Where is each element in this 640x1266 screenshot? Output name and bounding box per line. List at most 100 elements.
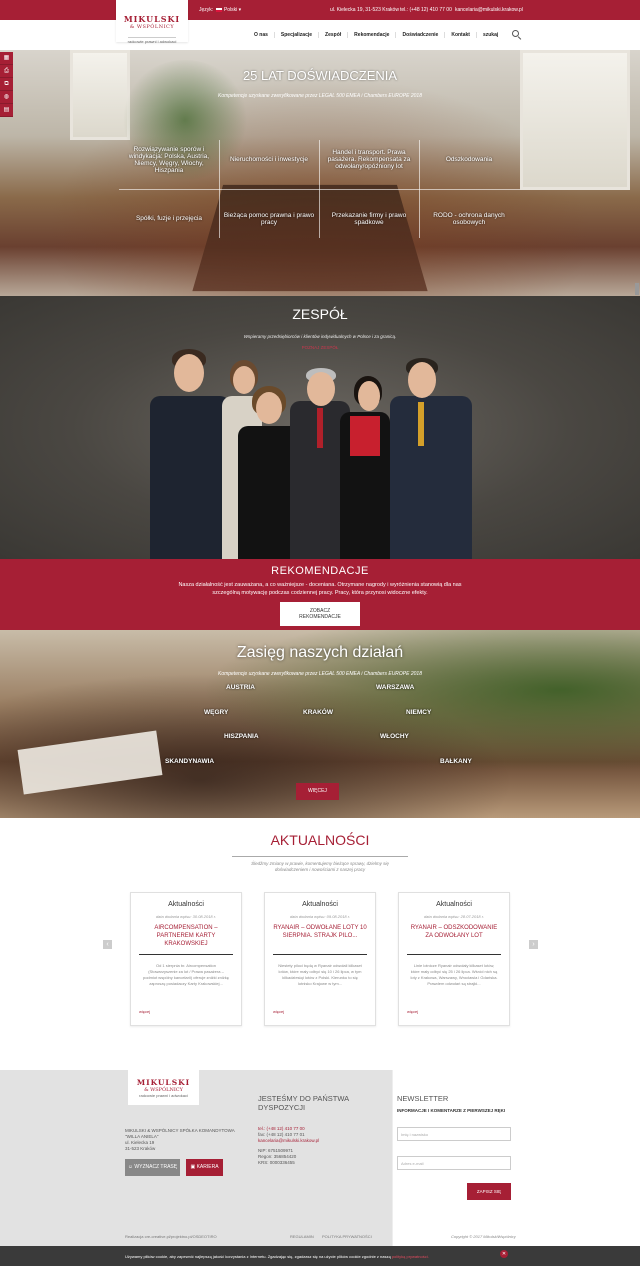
- logo-tagline: radcowie prawni i adwokaci: [127, 37, 177, 44]
- place-label[interactable]: WŁOCHY: [380, 733, 409, 740]
- subscribe-button[interactable]: ZAPISZ SIĘ: [467, 1183, 511, 1200]
- site-logo[interactable]: MIKULSKI & WSPÓLNICY radcowie prawni i a…: [116, 0, 188, 44]
- specialization-tile[interactable]: Nieruchomości i inwestycje: [219, 130, 319, 189]
- top-bar: Język: Polski ▾ ul. Kielecka 19, 31-523 …: [0, 0, 640, 20]
- news-date: data dodania wpisu: 30.08.2018 r.: [155, 914, 217, 919]
- nav-item-szukaj[interactable]: szukaj: [477, 32, 504, 38]
- route-button[interactable]: ☺ WYZNACZ TRASĘ: [125, 1159, 180, 1176]
- news-excerpt: Linie lotnicze Ryanair odwołały kilkaset…: [410, 963, 498, 986]
- footer-contact: tel.: (+48 12) 410 77 00 fax: (+48 12) 4…: [258, 1126, 319, 1166]
- close-icon[interactable]: ✕: [500, 1250, 508, 1258]
- specialization-tile[interactable]: Handel i transport. Prawa pasażera. Reko…: [319, 130, 419, 189]
- cookie-bar: Używamy plików cookie, aby zapewnić najl…: [0, 1246, 640, 1266]
- nav-item-o-nas[interactable]: O nas: [248, 32, 275, 38]
- terms-link[interactable]: REGULAMIN: [290, 1234, 314, 1239]
- credits-link[interactable]: Realizacja cre-creative.pl/projektno.pl/…: [125, 1234, 217, 1239]
- more-button[interactable]: WIĘCEJ: [296, 783, 339, 800]
- recommendations-section: REKOMENDACJE Nasza działalność jest zauw…: [0, 559, 640, 630]
- side-toolbar: ▦ ⎙ ⧉ ◍ ▤: [0, 52, 13, 117]
- news-more-link[interactable]: więcej: [273, 1009, 284, 1014]
- news-more-link[interactable]: więcej: [139, 1009, 150, 1014]
- globe-icon[interactable]: ◍: [0, 91, 13, 104]
- language-value: Polski: [223, 7, 238, 13]
- carousel-prev-icon[interactable]: ‹: [103, 940, 112, 949]
- language-icon[interactable]: ▤: [0, 104, 13, 117]
- footer-heading: JESTEŚMY DO PAŃSTWA DYSPOZYCJI: [258, 1094, 349, 1112]
- footer-email[interactable]: kancelaria@mikulski.krakow.pl: [258, 1138, 319, 1144]
- divider: [139, 954, 233, 955]
- team-section: ZESPÓŁ Wspieramy przedsiębiorców i klien…: [0, 296, 640, 559]
- logo-partners: & WSPÓLNICY: [129, 24, 175, 30]
- place-label[interactable]: NIEMCY: [406, 709, 431, 716]
- specialization-tile[interactable]: Rozwiązywanie sporów i windykacja: Polsk…: [119, 130, 219, 189]
- nav-item-kontakt[interactable]: Kontakt: [445, 32, 477, 38]
- footer-logo[interactable]: MIKULSKI & WSPÓLNICY radcowie prawni i a…: [128, 1070, 199, 1105]
- email-input[interactable]: Adres e-mail: [397, 1156, 511, 1170]
- hero-section: 25 LAT DOŚWIADCZENIA Kompetencje uzyskan…: [0, 50, 640, 296]
- reach-subtitle: Kompetencje uzyskane zweryfikowane przez…: [218, 671, 422, 677]
- book-image: [17, 730, 163, 795]
- calendar-icon[interactable]: ▦: [0, 52, 13, 65]
- nav-item-specjalizacje[interactable]: Specjalizacje: [275, 32, 320, 38]
- cookie-text-wrap: Używamy plików cookie, aby zapewnić najl…: [125, 1254, 429, 1259]
- share-icon[interactable]: ⧉: [0, 78, 13, 91]
- team-title: ZESPÓŁ: [292, 306, 348, 322]
- career-button[interactable]: ▣ KARIERA: [186, 1159, 223, 1176]
- specialization-tile[interactable]: Bieżąca pomoc prawna i prawo pracy: [219, 189, 319, 248]
- briefcase-icon: ▣: [190, 1164, 196, 1170]
- cookie-policy-link[interactable]: polityką prywatności.: [392, 1254, 429, 1259]
- place-label[interactable]: KRAKÓW: [303, 709, 333, 716]
- team-subtitle: Wspieramy przedsiębiorców i klientów ind…: [243, 334, 397, 339]
- top-address: ul. Kielecka 19, 31-523 Kraków: [330, 7, 399, 13]
- news-more-link[interactable]: więcej: [407, 1009, 418, 1014]
- specialization-tile[interactable]: Odszkodowania: [419, 130, 519, 189]
- news-card[interactable]: Aktualności data dodania wpisu: 09.08.20…: [264, 892, 376, 1026]
- privacy-link[interactable]: POLITYKA PRYWATNOŚCI: [322, 1234, 372, 1239]
- print-icon[interactable]: ⎙: [0, 65, 13, 78]
- see-recommendations-button[interactable]: ZOBACZ REKOMENDACJE: [280, 602, 360, 626]
- news-headline[interactable]: RYANAIR – ODSZKODOWANIE ZA ODWOŁANY LOT: [407, 924, 501, 948]
- specialization-tile[interactable]: RODO - ochrona danych osobowych: [419, 189, 519, 248]
- specializations-grid: Rozwiązywanie sporów i windykacja: Polsk…: [119, 130, 520, 248]
- news-headline[interactable]: AIRCOMPENSATION – PARTNEREM KARTY KRAKOW…: [139, 924, 233, 948]
- news-category: Aktualności: [302, 901, 338, 908]
- news-card[interactable]: Aktualności data dodania wpisu: 30.08.20…: [130, 892, 242, 1026]
- place-label[interactable]: SKANDYNAWIA: [165, 758, 214, 765]
- career-button-label: KARIERA: [196, 1164, 219, 1170]
- place-label[interactable]: HISZPANIA: [224, 733, 259, 740]
- place-label[interactable]: AUSTRIA: [226, 684, 255, 691]
- scrollbar-thumb[interactable]: [635, 283, 639, 295]
- logo-name: MIKULSKI: [123, 14, 181, 24]
- footer-krs: KRS: 0000336455: [258, 1160, 295, 1165]
- nav-item-zespol[interactable]: Zespół: [319, 32, 349, 38]
- newsletter-title: NEWSLETTER: [397, 1094, 449, 1103]
- city: 31-523 Kraków: [125, 1146, 156, 1151]
- logo-tagline: radcowie prawni i adwokaci: [139, 1093, 188, 1098]
- top-phone[interactable]: tel.: (+48 12) 410 77 00: [400, 7, 452, 13]
- newsletter-section: NEWSLETTER INFORMACJE I KOMENTARZE Z PIE…: [392, 1070, 640, 1246]
- divider: [407, 954, 501, 955]
- place-label[interactable]: WARSZAWA: [376, 684, 414, 691]
- nav-item-rekomendacje[interactable]: Rekomendacje: [348, 32, 397, 38]
- news-section: AKTUALNOŚCI Śledźmy zmiany w prawie, kom…: [0, 818, 640, 1070]
- logo-name: MIKULSKI: [136, 1078, 191, 1087]
- search-icon[interactable]: [512, 30, 519, 37]
- cookie-text: Używamy plików cookie, aby zapewnić najl…: [125, 1254, 391, 1259]
- top-email[interactable]: kancelaria@mikulski.krakow.pl: [455, 7, 523, 13]
- news-excerpt: Od 1 sierpnia br. Aircompensation (Stowa…: [142, 963, 230, 986]
- carousel-next-icon[interactable]: ›: [529, 940, 538, 949]
- specialization-tile[interactable]: Przekazanie firmy i prawo spadkowe: [319, 189, 419, 248]
- news-headline[interactable]: RYANAIR – ODWOŁANE LOTY 10 SIERPNIA. STR…: [273, 924, 367, 948]
- team-link[interactable]: POZNAJ ZESPÓŁ: [0, 345, 640, 350]
- specialization-tile[interactable]: Spółki, fuzje i przejęcia: [119, 189, 219, 248]
- place-label[interactable]: WĘGRY: [204, 709, 228, 716]
- reco-title: REKOMENDACJE: [271, 565, 369, 577]
- footer: MIKULSKI & WSPÓLNICY radcowie prawni i a…: [0, 1070, 392, 1246]
- place-label[interactable]: BAŁKANY: [440, 758, 472, 765]
- name-input[interactable]: Imię i nazwisko: [397, 1127, 511, 1141]
- news-card[interactable]: Aktualności data dodania wpisu: 28.07.20…: [398, 892, 510, 1026]
- language-switcher[interactable]: Język: Polski ▾: [199, 7, 241, 13]
- poland-flag-icon: [215, 7, 222, 12]
- newsletter-subtitle: INFORMACJE I KOMENTARZE Z PIERWSZEJ RĘKI: [397, 1108, 506, 1113]
- nav-item-doswiadczenie[interactable]: Doświadczenie: [396, 32, 446, 38]
